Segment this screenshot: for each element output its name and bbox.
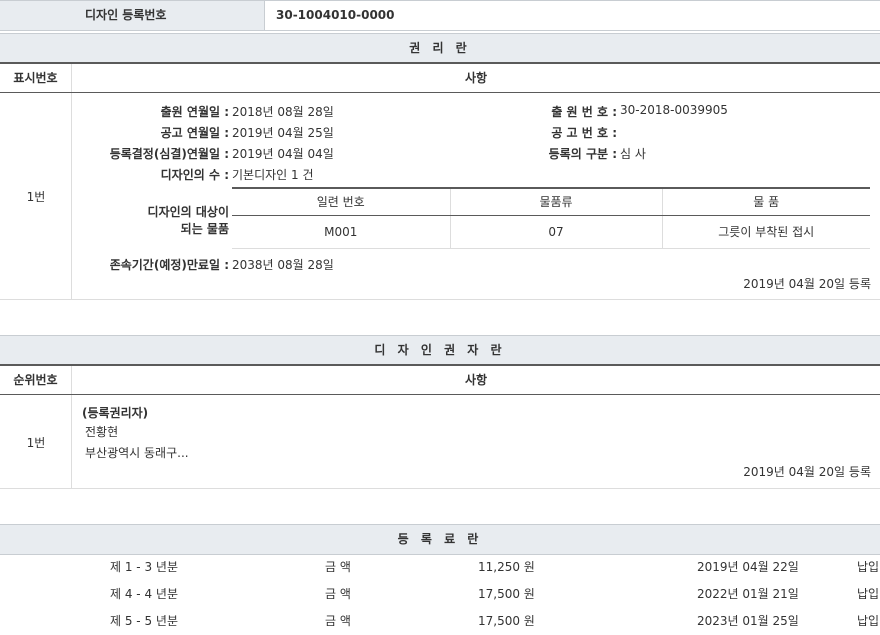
registration-number-label-cell: 디자인 등록번호 — [0, 1, 265, 30]
expiry-date-label: 존속기간(예정)만료일 : — [109, 258, 229, 272]
target-article-label-line1: 디자인의 대상이 — [147, 205, 229, 219]
fee-payment-date: 2023년 01월 25일 — [697, 614, 799, 628]
fee-section-title: 등 록 료 란 — [0, 524, 880, 555]
application-number-label: 출 원 번 호 : — [551, 105, 617, 119]
rank-number: 1번 — [26, 436, 46, 450]
rank-number-header: 순위번호 — [0, 366, 72, 394]
rights-table-row: 1번 출원 연월일 : 2018년 08월 28일 공고 연월일 : 2019년… — [0, 93, 880, 300]
fee-status: 납입 — [857, 614, 880, 628]
fee-status: 납입 — [857, 560, 880, 574]
display-number-cell: 1번 — [0, 93, 72, 299]
fee-period: 제 5 - 5 년분 — [110, 614, 178, 628]
filing-date-label: 출원 연월일 : — [160, 105, 229, 119]
serial-number-cell: M001 — [232, 215, 450, 249]
display-number: 1번 — [26, 190, 46, 204]
fee-row: 제 4 - 4 년분 금 액 17,500 원 2022년 01월 21일 납입 — [0, 581, 880, 608]
design-count-label: 디자인의 수 : — [160, 168, 229, 182]
fee-amount-label: 금 액 — [325, 614, 351, 628]
fee-amount-label: 금 액 — [325, 560, 351, 574]
content-header: 사항 — [464, 71, 488, 85]
content-header: 사항 — [464, 373, 488, 387]
fee-payment-date: 2019년 04월 22일 — [697, 560, 799, 574]
articles-table-header-row: 일련 번호 물품류 물 품 — [232, 187, 870, 216]
registration-stamp: 2019년 04월 20일 등록 — [743, 277, 871, 291]
rights-holder-section-title: 디 자 인 권 자 란 — [0, 335, 880, 366]
article-header: 물 품 — [661, 187, 870, 216]
articles-table: 일련 번호 물품류 물 품 M001 07 그릇이 부착된 접시 — [232, 187, 870, 249]
registration-number-value: 30-1004010-0000 — [276, 8, 395, 22]
fee-row: 제 1 - 3 년분 금 액 11,250 원 2019년 04월 22일 납입 — [0, 554, 880, 581]
rights-holder-table-header: 순위번호 사항 — [0, 366, 880, 395]
fee-amount: 11,250 원 — [478, 560, 535, 574]
publication-date-label: 공고 연월일 : — [160, 126, 229, 140]
fee-payment-date: 2022년 01월 21일 — [697, 587, 799, 601]
display-number-header: 표시번호 — [0, 64, 72, 92]
publication-date-value: 2019년 04월 25일 — [232, 126, 334, 140]
fee-period: 제 1 - 3 년분 — [110, 560, 178, 574]
article-class-cell: 07 — [449, 215, 662, 249]
holder-address: 부산광역시 동래구... — [85, 446, 189, 460]
registration-number-label: 디자인 등록번호 — [85, 8, 167, 22]
rank-number-cell: 1번 — [0, 395, 72, 488]
article-cell: 그릇이 부착된 접시 — [661, 215, 870, 249]
rights-holder-row: 1번 (등록권리자) 전황현 부산광역시 동래구... 2019년 04월 20… — [0, 395, 880, 489]
holder-name: 전황현 — [85, 425, 119, 439]
registration-number-bar: 디자인 등록번호 30-1004010-0000 — [0, 0, 880, 31]
target-article-label-line2: 되는 물품 — [180, 222, 229, 236]
holder-heading: (등록권리자) — [82, 406, 149, 420]
table-row: M001 07 그릇이 부착된 접시 — [232, 215, 870, 249]
article-class-header: 물품류 — [449, 187, 662, 216]
registration-type-value: 심 사 — [620, 147, 646, 161]
rights-section-title: 권 리 란 — [0, 33, 880, 64]
rights-table-header: 표시번호 사항 — [0, 64, 880, 93]
decision-date-value: 2019년 04월 04일 — [232, 147, 334, 161]
fee-amount-label: 금 액 — [325, 587, 351, 601]
design-count-value: 기본디자인 1 건 — [232, 168, 314, 182]
decision-date-label: 등록결정(심결)연월일 : — [109, 147, 229, 161]
fee-period: 제 4 - 4 년분 — [110, 587, 178, 601]
serial-number-header: 일련 번호 — [232, 187, 450, 216]
application-number-value: 30-2018-0039905 — [620, 103, 728, 117]
publication-number-label: 공 고 번 호 : — [551, 126, 617, 140]
fee-row: 제 5 - 5 년분 금 액 17,500 원 2023년 01월 25일 납입 — [0, 608, 880, 635]
filing-date-value: 2018년 08월 28일 — [232, 105, 334, 119]
expiry-date-value: 2038년 08월 28일 — [232, 258, 334, 272]
fee-amount: 17,500 원 — [478, 587, 535, 601]
registration-type-label: 등록의 구분 : — [548, 147, 617, 161]
fee-status: 납입 — [857, 587, 880, 601]
registration-stamp: 2019년 04월 20일 등록 — [743, 465, 871, 479]
fee-amount: 17,500 원 — [478, 614, 535, 628]
